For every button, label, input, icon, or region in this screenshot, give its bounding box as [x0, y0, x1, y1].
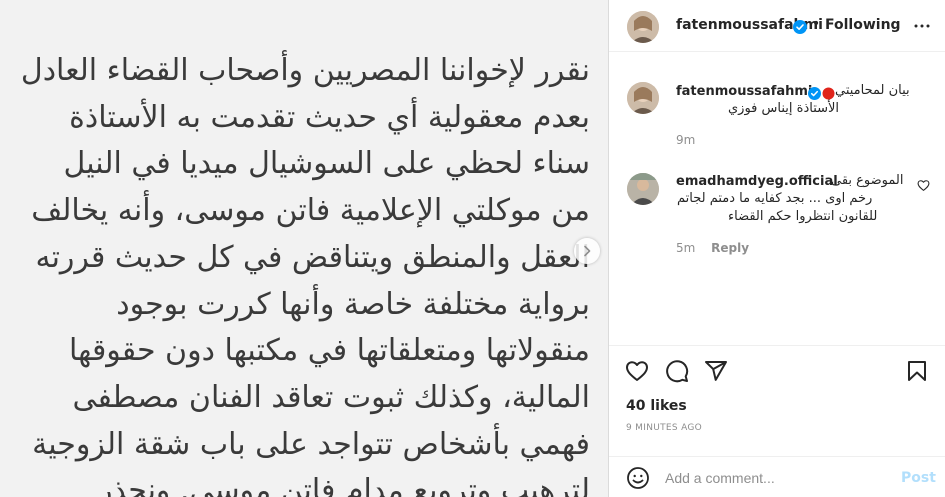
comment-text-line1: الموضوع بقى — [831, 173, 904, 188]
next-slide-button[interactable] — [574, 238, 600, 264]
comment-meta: 5m Reply — [676, 241, 749, 255]
action-bar — [609, 345, 945, 395]
like-icon[interactable] — [625, 359, 649, 387]
post-text-line: سناء لحظي على السوشيال ميديا في النيل — [63, 146, 590, 182]
likes-count[interactable]: 40 likes — [626, 398, 687, 414]
post-caption: fatenmoussafahmi بيان لمحاميتي الأستاذة … — [609, 70, 945, 150]
post-header: fatenmoussafahmi • Following — [609, 0, 945, 52]
comment-input[interactable] — [665, 467, 885, 489]
post-text-line: بعدم معقولية أي حديث تقدمت به الأستاذة — [69, 99, 590, 135]
caption-text-line2: الأستاذة إيناس فوزي — [728, 101, 840, 116]
comment-like-icon[interactable] — [917, 177, 930, 196]
post-text-line: منقولاتها ومتعلقاتها في مكتبها دون حقوقه… — [68, 333, 590, 369]
post-timestamp: 9 MINUTES AGO — [626, 423, 703, 433]
comment-text-line2: رخم اوى ... بجد كفايه ما دمتم لجاتم — [677, 191, 873, 206]
comment-text-line3: للقانون انتظروا حكم القضاء — [728, 209, 878, 224]
save-icon[interactable] — [905, 359, 929, 387]
caption-text-line1: بيان لمحاميتي — [835, 83, 910, 98]
comment-time: 5m — [676, 241, 696, 255]
verified-badge-icon — [793, 19, 807, 38]
avatar[interactable] — [627, 11, 659, 43]
header-separator: • — [812, 16, 821, 32]
caption-time: 9m — [676, 133, 696, 147]
post-text-line: فهمي بأشخاص تتواجد على باب شقة الزوجية — [32, 426, 590, 462]
emoji-icon[interactable] — [626, 466, 650, 494]
post-sidebar: fatenmoussafahmi • Following fatenmoussa… — [608, 0, 945, 497]
share-icon[interactable] — [704, 359, 728, 387]
post-text-line: المالية، وكذلك ثبوت تعاقد الفنان مصطفى — [72, 379, 591, 415]
post-button[interactable]: Post — [901, 470, 936, 486]
avatar[interactable] — [627, 173, 659, 205]
chevron-right-icon — [584, 245, 591, 257]
post-image-text: نقرر لإخواننا المصريين وأصحاب القضاء الع… — [10, 48, 590, 497]
caption-username[interactable]: fatenmoussafahmi — [676, 84, 812, 99]
post-text-line: لترهيب وترويع مدام فاتن موسى. ونحذر — [97, 473, 590, 497]
post-image: نقرر لإخواننا المصريين وأصحاب القضاء الع… — [0, 0, 608, 497]
comment-icon[interactable] — [665, 359, 689, 387]
add-comment-bar: Post — [609, 456, 945, 497]
following-button[interactable]: Following — [825, 17, 901, 33]
post-text-line: نقرر لإخواننا المصريين وأصحاب القضاء الع… — [20, 53, 590, 88]
post-text-line: من موكلتي الإعلامية فاتن موسى، وأنه يخال… — [31, 193, 590, 229]
more-options-icon[interactable] — [910, 14, 934, 42]
reply-button[interactable]: Reply — [711, 241, 749, 255]
comment-username[interactable]: emadhamdyeg.official — [676, 174, 838, 189]
comment-item: emadhamdyeg.official الموضوع بقى رخم اوى… — [609, 163, 945, 263]
post-text-line: العقل والمنطق ويتناقض في كل حديث قررته — [35, 239, 591, 275]
post-text-line: برواية مختلفة خاصة وأنها كررت بوجود — [116, 286, 590, 322]
avatar[interactable] — [627, 82, 659, 114]
